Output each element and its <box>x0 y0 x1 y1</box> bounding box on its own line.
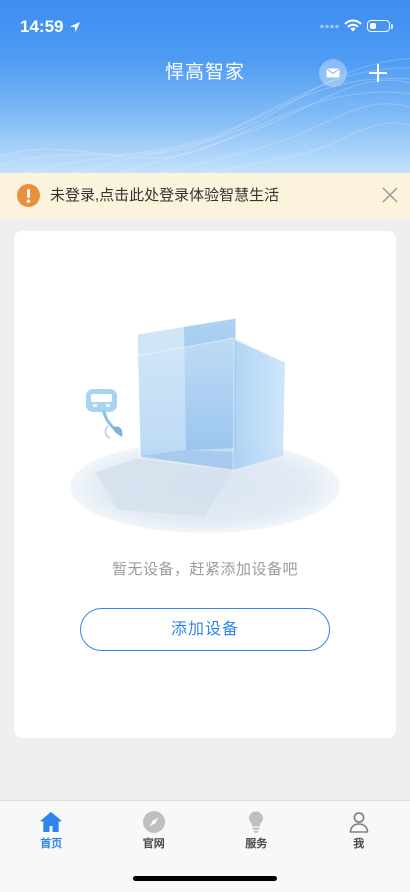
warning-icon <box>17 184 40 207</box>
messages-button[interactable] <box>319 59 347 87</box>
user-icon <box>349 812 368 833</box>
mail-icon <box>326 68 340 78</box>
app-header: 14:59 悍高智家 <box>0 0 410 173</box>
appliance-button <box>93 404 97 407</box>
lightbulb-icon <box>249 811 263 833</box>
close-icon[interactable] <box>381 186 399 204</box>
battery-nub <box>391 24 393 29</box>
appliance-icon <box>86 389 123 439</box>
compass-icon <box>142 811 165 833</box>
tab-label: 官网 <box>142 838 165 850</box>
appliance-button <box>106 404 110 407</box>
tab-service[interactable]: 服务 <box>205 801 308 861</box>
home-indicator[interactable] <box>133 876 277 881</box>
tab-me[interactable]: 我 <box>308 801 410 861</box>
tab-label: 首页 <box>40 838 63 850</box>
device-card: 暂无设备，赶紧添加设备吧 添加设备 <box>14 231 396 738</box>
tab-label: 服务 <box>245 838 268 850</box>
battery-level-fill <box>369 22 376 30</box>
empty-box-illustration <box>70 317 340 533</box>
add-device-button[interactable]: 添加设备 <box>80 608 330 651</box>
status-time: 14:59 <box>20 17 64 36</box>
appliance-panel <box>91 394 112 402</box>
tab-home[interactable]: 首页 <box>0 801 103 861</box>
tab-label: 我 <box>353 838 365 850</box>
login-notice-text[interactable]: 未登录,点击此处登录体验智慧生活 <box>50 185 279 206</box>
battery-icon <box>367 20 390 32</box>
transparent-box <box>136 317 286 471</box>
appliance-tail-highlight <box>104 425 111 439</box>
login-notice-banner[interactable]: 未登录,点击此处登录体验智慧生活 <box>0 173 410 218</box>
tab-website[interactable]: 官网 <box>103 801 206 861</box>
location-arrow-icon <box>70 22 80 32</box>
wifi-icon <box>344 19 362 32</box>
plus-icon[interactable] <box>368 63 388 83</box>
empty-state-message: 暂无设备，赶紧添加设备吧 <box>111 561 298 578</box>
box-front-panel <box>136 337 235 471</box>
signal-icon <box>320 24 339 29</box>
home-icon <box>40 812 62 832</box>
appliance-tail <box>113 426 123 437</box>
box-right-panel <box>233 338 285 470</box>
page-title: 悍高智家 <box>164 62 245 83</box>
